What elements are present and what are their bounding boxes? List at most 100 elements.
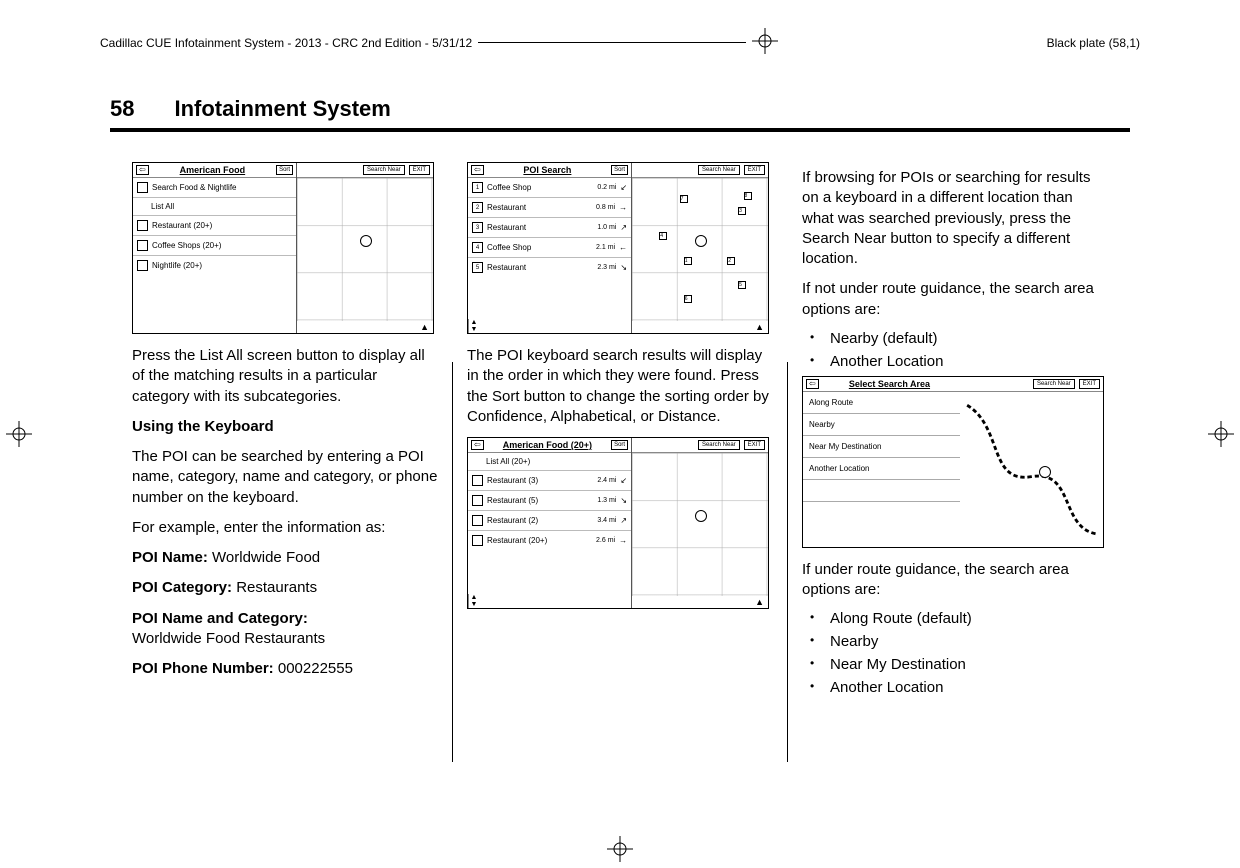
column-2: ⇦ POI Search Sort 1Coffee Shop0.2 mi↙ 2R… [453,162,787,762]
sort-button: Sort [611,440,628,450]
body-text: POI Phone Number: 000222555 [132,659,438,679]
body-text: For example, enter the information as: [132,518,438,538]
map-poi-marker: 3 [738,207,746,215]
body-text: If under route guidance, the search area… [802,560,1108,601]
search-near-button: Search Near [363,165,405,175]
sort-button: Sort [611,165,628,175]
list-item: Near My Destination [802,656,1108,673]
list-item: Coffee Shops (20+) [152,241,292,250]
list-item: Coffee Shop [487,243,592,252]
distance: 2.4 mi [597,477,616,484]
column-1: ⇦ American Food Sort Search Food & Night… [118,162,452,762]
map-poi-marker: 1 [684,257,692,265]
map-thumbnail: 1 2 3 4 5 6 7 8 [632,178,768,321]
list-item: Another Location [802,353,1108,370]
list-item: Restaurant [487,223,593,232]
list-item: Along Route [803,392,960,414]
list-item: Nearby [802,633,1108,650]
body-text: POI Name: Worldwide Food [132,548,438,568]
distance: 2.3 mi [597,264,616,271]
exit-button: EXIT [1079,379,1100,389]
sort-button: Sort [276,165,293,175]
back-icon: ⇦ [806,379,819,389]
north-arrow-icon: ▲ [632,596,768,608]
favorite-icon [137,182,148,193]
direction-icon: ← [619,243,627,252]
scrollbar: ▲▼ [468,319,479,333]
list-item: Restaurant (3) [487,476,593,485]
distance: 3.4 mi [597,517,616,524]
exit-button: EXIT [409,165,430,175]
direction-icon: ↙ [620,476,627,485]
direction-icon: ↗ [620,223,627,232]
north-arrow-icon: ▲ [297,321,433,333]
column-3: If browsing for POIs or searching for re… [788,162,1122,762]
screen-title: Select Search Area [822,379,957,389]
body-text: POI Name and Category:Worldwide Food Res… [132,609,438,650]
list-item: Restaurant [487,263,593,272]
index-badge: 4 [472,242,483,253]
favorite-icon [472,495,483,506]
favorite-icon [472,535,483,546]
screen-title: American Food [152,165,273,175]
body-text: The POI keyboard search results will dis… [467,346,773,427]
subheading: Using the Keyboard [132,417,438,437]
crop-mark-top [752,28,778,57]
exit-button: EXIT [744,440,765,450]
back-icon: ⇦ [136,165,149,175]
plate-label: Black plate (58,1) [1047,36,1140,50]
list-item: Near My Destination [803,436,960,458]
body-text: If not under route guidance, the search … [802,279,1108,320]
distance: 2.1 mi [596,244,615,251]
list-item: Restaurant [487,203,592,212]
search-near-button: Search Near [698,440,740,450]
location-pin-icon [1039,466,1051,478]
direction-icon: → [619,536,627,545]
screenshot-poi-search: ⇦ POI Search Sort 1Coffee Shop0.2 mi↙ 2R… [467,162,769,334]
doc-title: Cadillac CUE Infotainment System - 2013 … [100,36,472,50]
distance: 1.0 mi [597,224,616,231]
body-text: If browsing for POIs or searching for re… [802,168,1108,269]
map-thumbnail [632,453,768,596]
distance: 1.3 mi [597,497,616,504]
body-text: POI Category: Restaurants [132,578,438,598]
map-poi-marker: 2 [727,257,735,265]
list-item: List All (20+) [472,457,627,466]
page-number: 58 [110,96,134,122]
crop-mark-right [1208,421,1234,447]
list-item [803,480,960,502]
list-item: Another Location [802,679,1108,696]
list-item: Restaurant (20+) [152,221,292,230]
scrollbar: ▲▼ [468,594,479,608]
options-list: Along Route (default) Nearby Near My Des… [802,610,1108,696]
list-item: Restaurant (5) [487,496,593,505]
location-pin-icon [695,235,707,247]
screenshot-american-food: ⇦ American Food Sort Search Food & Night… [132,162,434,334]
crop-mark-left [6,421,32,447]
location-pin-icon [360,235,372,247]
map-poi-marker: 7 [680,195,688,203]
map-thumbnail [297,178,433,321]
screenshot-select-search-area: ⇦ Select Search Area Along Route Nearby … [802,376,1104,548]
direction-icon: ↘ [620,496,627,505]
list-item: Search Food & Nightlife [152,183,292,192]
search-near-button: Search Near [698,165,740,175]
document-header: Cadillac CUE Infotainment System - 2013 … [100,28,1140,57]
list-item: Nightlife (20+) [152,261,292,270]
page-heading: 58 Infotainment System [110,96,1130,132]
index-badge: 2 [472,202,483,213]
list-item: Another Location [803,458,960,480]
distance: 0.2 mi [597,184,616,191]
north-arrow-icon: ▲ [632,321,768,333]
favorite-icon [137,240,148,251]
list-item: Restaurant (2) [487,516,593,525]
distance: 2.6 mi [596,537,615,544]
list-item: Restaurant (20+) [487,536,592,545]
search-near-button: Search Near [1033,379,1075,389]
crop-mark-bottom [607,836,633,862]
body-text: Press the List All screen button to disp… [132,346,438,407]
screen-title: POI Search [487,165,608,175]
list-item: Nearby [803,414,960,436]
direction-icon: ↙ [620,183,627,192]
back-icon: ⇦ [471,440,484,450]
